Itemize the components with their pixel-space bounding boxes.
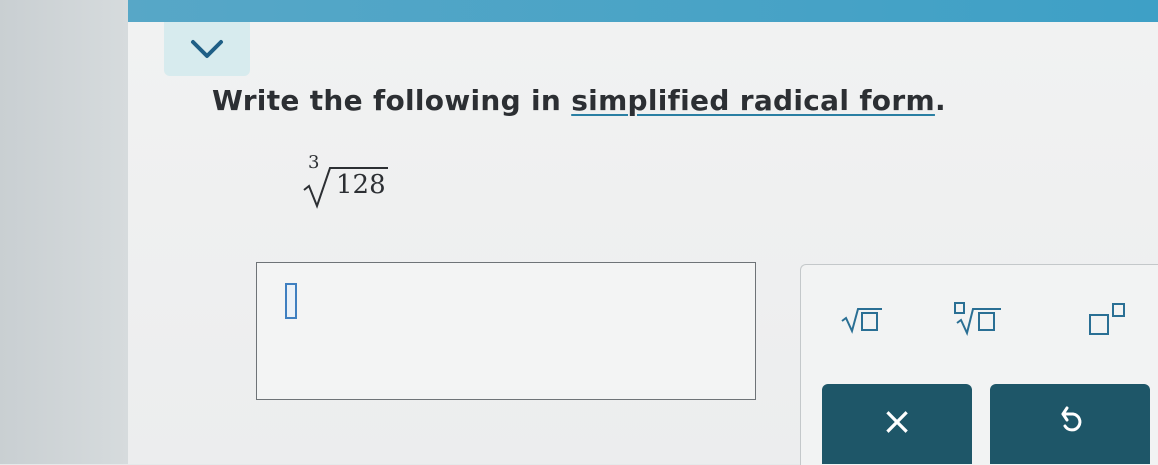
prompt-text: Write the following in [212, 84, 572, 117]
prompt-period: . [934, 84, 946, 117]
root-index: 3 [308, 152, 320, 173]
exponent-button[interactable] [1079, 301, 1139, 341]
nth-root-button[interactable] [949, 301, 1009, 341]
superscript-template-icon [1084, 301, 1134, 341]
radicand: 128 [336, 170, 386, 200]
sqrt-template-icon [838, 303, 888, 339]
collapse-button[interactable] [164, 22, 250, 76]
page-margin [0, 0, 128, 464]
input-cursor [285, 283, 297, 319]
chevron-down-icon [187, 37, 227, 61]
undo-icon [1053, 402, 1087, 446]
answer-input[interactable] [256, 262, 756, 400]
nth-root-template-icon [951, 301, 1007, 341]
simplified-radical-form-link[interactable]: simplified radical form [571, 84, 935, 117]
cube-root-expression: 3 128 [284, 150, 404, 210]
undo-button[interactable] [990, 384, 1150, 464]
clear-button[interactable]: × [822, 384, 972, 464]
top-bar [128, 0, 1158, 22]
square-root-button[interactable] [833, 301, 893, 341]
clear-icon: × [881, 399, 913, 443]
question-prompt: Write the following in simplified radica… [212, 84, 946, 117]
